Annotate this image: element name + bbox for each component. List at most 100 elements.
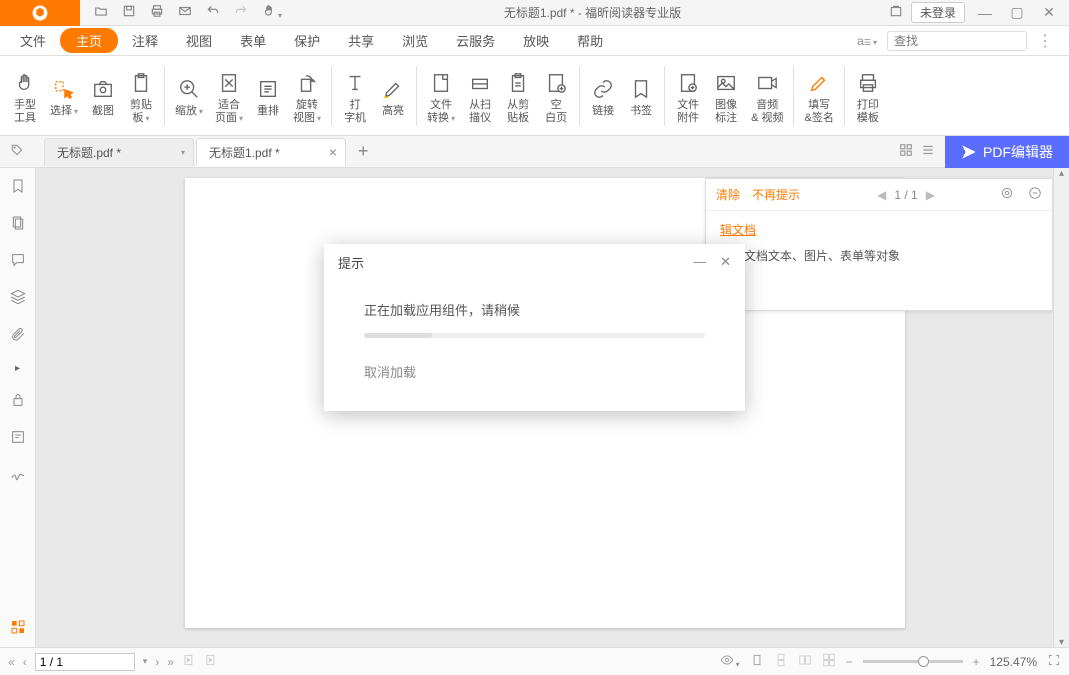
zoom-in-icon[interactable]: + (973, 655, 980, 669)
app-logo[interactable] (0, 0, 80, 26)
bookmark-panel-icon[interactable] (10, 178, 26, 197)
menu-share[interactable]: 共享 (334, 27, 388, 54)
redo-icon[interactable] (234, 4, 248, 21)
print-icon[interactable] (150, 4, 164, 21)
prev-page-icon[interactable]: ‹ (23, 655, 27, 669)
close-icon[interactable]: ✕ (1037, 4, 1061, 21)
from-scanner-button[interactable]: 从扫 描仪 (461, 61, 499, 131)
link-button[interactable]: 链接 (584, 61, 622, 131)
snapshot-button[interactable]: 截图 (84, 61, 122, 131)
apps-panel-icon[interactable] (10, 619, 26, 638)
dialog-close-icon[interactable]: ✕ (720, 254, 731, 270)
undo-icon[interactable] (206, 4, 220, 21)
typewriter-button[interactable]: 打 字机 (336, 61, 374, 131)
attachments-panel-icon[interactable] (10, 326, 26, 345)
tag-icon[interactable] (10, 143, 24, 160)
pdf-editor-label: PDF编辑器 (983, 142, 1053, 162)
zoom-button[interactable]: 缩放▾ (169, 61, 209, 131)
tip-close-icon[interactable] (1028, 186, 1042, 203)
save-icon[interactable] (122, 4, 136, 21)
open-icon[interactable] (94, 4, 108, 21)
page-number-input[interactable] (35, 653, 135, 671)
view-mode-icon[interactable]: ▾ (720, 653, 740, 670)
menu-file[interactable]: 文件 (6, 27, 60, 54)
menu-comment[interactable]: 注释 (118, 27, 172, 54)
menubar: 文件 主页 注释 视图 表单 保护 共享 浏览 云服务 放映 帮助 a☰▾ ⋮ (0, 26, 1069, 56)
fit-page-button[interactable]: 适合 页面▾ (209, 61, 249, 131)
zoom-slider[interactable] (863, 660, 963, 663)
tip-next-icon[interactable]: ▶ (926, 188, 935, 202)
vertical-scrollbar[interactable]: ▴ ▾ (1053, 168, 1069, 648)
layers-panel-icon[interactable] (10, 289, 26, 308)
zoom-slider-handle[interactable] (918, 656, 929, 667)
maximize-icon[interactable]: ▢ (1005, 4, 1029, 21)
from-clipboard-button[interactable]: 从剪 贴板 (499, 61, 537, 131)
menu-play[interactable]: 放映 (509, 27, 563, 54)
tip-no-prompt-link[interactable]: 不再提示 (752, 186, 800, 203)
image-annotation-button[interactable]: 图像 标注 (707, 61, 745, 131)
reflow-button[interactable]: 重排 (249, 61, 287, 131)
blank-page-button[interactable]: 空 白页 (537, 61, 575, 131)
convert-button[interactable]: 文件 转换▾ (421, 61, 461, 131)
audio-video-button[interactable]: 音频 & 视频 (745, 61, 789, 131)
fields-panel-icon[interactable] (10, 429, 26, 448)
first-page-icon[interactable]: « (8, 655, 15, 669)
facing-icon[interactable] (798, 653, 812, 670)
dialog-title: 提示 (338, 253, 364, 272)
document-tab-2[interactable]: 无标题1.pdf *× (196, 138, 346, 166)
menu-form[interactable]: 表单 (226, 27, 280, 54)
hand-dropdown-icon[interactable]: ▾ (262, 4, 282, 21)
more-icon[interactable]: ⋮ (1037, 31, 1053, 51)
login-button[interactable]: 未登录 (911, 2, 965, 23)
dialog-minimize-icon[interactable]: — (693, 254, 706, 270)
rotate-button[interactable]: 旋转 视图▾ (287, 61, 327, 131)
continuous-icon[interactable] (774, 653, 788, 670)
hand-tool-button[interactable]: 手型 工具 (6, 61, 44, 131)
pdf-editor-button[interactable]: PDF编辑器 (945, 136, 1069, 168)
list-view-icon[interactable] (921, 143, 935, 160)
search-input[interactable] (894, 34, 1049, 48)
email-icon[interactable] (178, 4, 192, 21)
document-tab-1[interactable]: 无标题.pdf *▾ (44, 138, 194, 166)
tab-close-icon[interactable]: × (329, 144, 337, 160)
single-page-icon[interactable] (750, 653, 764, 670)
quick-access-toolbar: ▾ (80, 4, 296, 21)
print-template-button[interactable]: 打印 模板 (849, 61, 887, 131)
menu-view[interactable]: 视图 (172, 27, 226, 54)
cancel-loading-link[interactable]: 取消加载 (364, 362, 705, 381)
add-tab-button[interactable]: + (358, 141, 369, 162)
last-page-icon[interactable]: » (167, 655, 174, 669)
tip-prev-icon[interactable]: ◀ (877, 188, 886, 202)
tip-page-indicator: 1 / 1 (894, 188, 917, 202)
find-menu-icon[interactable]: a☰▾ (857, 34, 877, 48)
continuous-facing-icon[interactable] (822, 653, 836, 670)
scroll-up-icon[interactable]: ▴ (1054, 168, 1069, 179)
grid-view-icon[interactable] (899, 143, 913, 160)
menu-help[interactable]: 帮助 (563, 27, 617, 54)
skin-icon[interactable] (889, 4, 903, 21)
menu-protect[interactable]: 保护 (280, 27, 334, 54)
page-dropdown-icon[interactable]: ▾ (143, 656, 148, 667)
fullscreen-icon[interactable] (1047, 653, 1061, 670)
tip-settings-icon[interactable] (1000, 186, 1014, 203)
tip-title-link[interactable]: 辑文档 (720, 223, 756, 237)
menu-cloud[interactable]: 云服务 (442, 27, 509, 54)
select-button[interactable]: 选择▾ (44, 61, 84, 131)
comments-panel-icon[interactable] (10, 252, 26, 271)
security-panel-icon[interactable] (10, 392, 26, 411)
menu-browse[interactable]: 浏览 (388, 27, 442, 54)
tip-clear-link[interactable]: 清除 (716, 186, 740, 203)
menu-home[interactable]: 主页 (60, 28, 118, 53)
bookmark-button[interactable]: 书签 (622, 61, 660, 131)
pages-panel-icon[interactable] (10, 215, 26, 234)
fill-sign-button[interactable]: 填写 &签名 (798, 61, 839, 131)
attachment-button[interactable]: 文件 附件 (669, 61, 707, 131)
signature-panel-icon[interactable] (10, 466, 26, 485)
clipboard-button[interactable]: 剪贴 板▾ (122, 61, 160, 131)
expand-panel-icon[interactable]: ▸ (15, 363, 20, 374)
search-box[interactable] (887, 31, 1027, 51)
next-page-icon[interactable]: › (155, 655, 159, 669)
minimize-icon[interactable]: — (973, 5, 997, 21)
highlight-button[interactable]: 高亮 (374, 61, 412, 131)
zoom-out-icon[interactable]: − (846, 655, 853, 669)
